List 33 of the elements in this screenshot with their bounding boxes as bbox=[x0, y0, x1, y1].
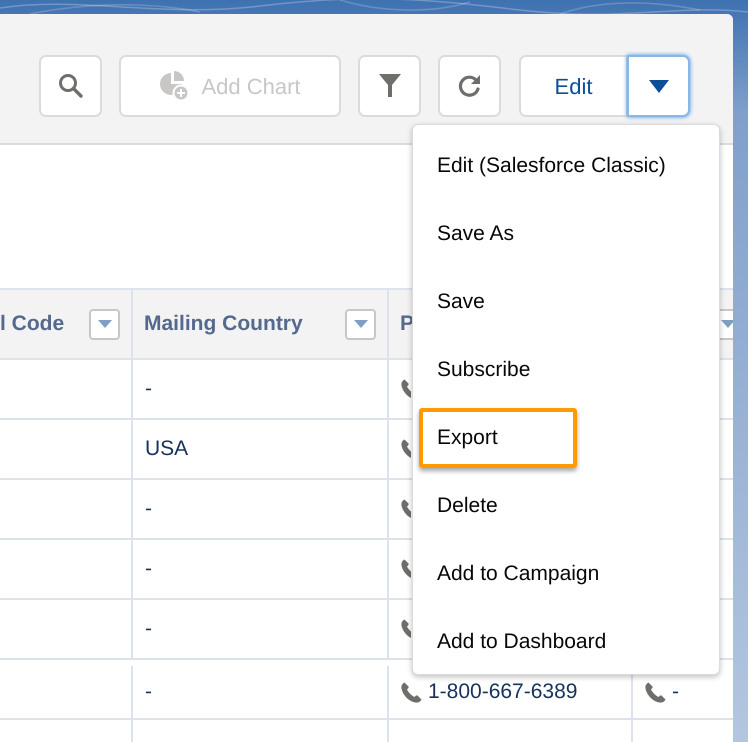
filter-icon bbox=[378, 73, 402, 99]
menu-item[interactable]: Add to Campaign bbox=[419, 544, 618, 604]
caret-down-icon bbox=[720, 320, 733, 328]
search-button[interactable] bbox=[39, 55, 102, 117]
column-header: Mailing Country bbox=[144, 311, 303, 338]
menu-item[interactable]: Delete bbox=[419, 476, 577, 536]
menu-item[interactable]: Save As bbox=[419, 204, 577, 264]
edit-button[interactable]: Edit bbox=[519, 55, 628, 117]
column-menu-button[interactable] bbox=[89, 308, 120, 340]
column-header: l Code bbox=[0, 311, 64, 338]
table-cell-text: USA bbox=[145, 436, 188, 462]
phone-link[interactable]: 1-800-667-6389 bbox=[428, 676, 578, 708]
caret-down-icon bbox=[354, 320, 368, 328]
table-cell-text: - bbox=[145, 556, 152, 582]
menu-item[interactable]: Subscribe bbox=[419, 340, 577, 400]
table-cell-text: - bbox=[145, 376, 152, 402]
table-cell-text: - bbox=[145, 679, 152, 706]
menu-item[interactable]: Edit (Salesforce Classic) bbox=[419, 136, 684, 196]
menu-item[interactable]: Add to Dashboard bbox=[419, 612, 624, 672]
phone-link[interactable]: - bbox=[672, 676, 679, 708]
column-menu-button[interactable] bbox=[345, 308, 376, 340]
caret-down-icon bbox=[98, 320, 112, 328]
table-cell-text: - bbox=[145, 616, 152, 642]
table-cell-text: - bbox=[145, 496, 152, 522]
menu-toggle-button[interactable] bbox=[627, 55, 690, 117]
menu-item[interactable]: Export bbox=[419, 408, 577, 468]
refresh-icon bbox=[456, 73, 482, 99]
refresh-button[interactable] bbox=[438, 55, 501, 117]
filter-button[interactable] bbox=[358, 55, 421, 117]
chart-add-icon bbox=[159, 71, 190, 101]
caret-down-icon bbox=[648, 80, 668, 92]
search-icon bbox=[58, 73, 84, 99]
menu-item[interactable]: Save bbox=[419, 272, 577, 332]
